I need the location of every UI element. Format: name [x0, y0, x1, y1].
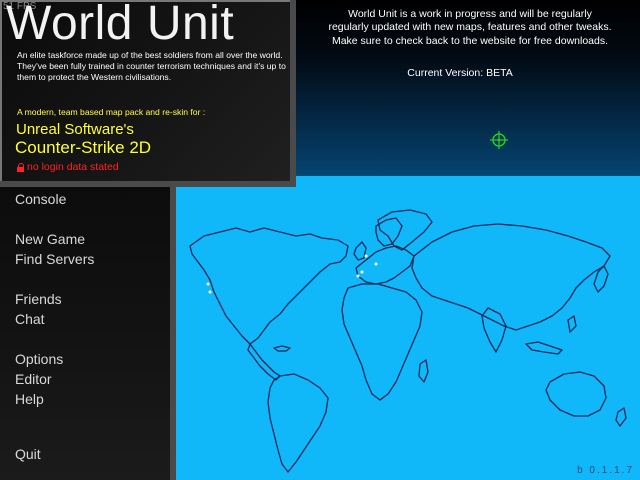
menu-friends[interactable]: Friends: [15, 291, 62, 307]
main-menu: Console New Game Find Servers Friends Ch…: [0, 187, 176, 480]
menu-options[interactable]: Options: [15, 351, 63, 367]
map-japan: [593, 265, 609, 293]
menu-find-servers[interactable]: Find Servers: [15, 251, 94, 267]
announcement-line: Make sure to check back to the website f…: [331, 34, 609, 47]
version-label: Current Version: BETA: [407, 67, 513, 79]
server-marker[interactable]: [356, 274, 360, 278]
menu-help[interactable]: Help: [15, 391, 44, 407]
map-scandinavia: [375, 217, 403, 247]
server-marker[interactable]: [364, 254, 368, 258]
menu-editor[interactable]: Editor: [15, 371, 52, 387]
login-status-text: no login data stated: [27, 161, 119, 173]
announcement: World Unit is a work in progress and wil…: [300, 8, 640, 48]
map-africa: [341, 283, 423, 401]
server-marker[interactable]: [206, 282, 210, 286]
map-caribbean: [273, 345, 291, 352]
mod-tagline: A modern, team based map pack and re-ski…: [17, 107, 206, 117]
map-british-isles: [353, 241, 367, 261]
menu-quit[interactable]: Quit: [15, 446, 41, 462]
info-panel: 51 FPS World Unit An elite taskforce mad…: [0, 0, 296, 187]
base-game-name: Counter-Strike 2D: [15, 138, 152, 157]
map-australia: [545, 371, 607, 417]
lock-icon: [17, 162, 25, 172]
map-new-zealand: [615, 407, 627, 427]
game-title: World Unit: [6, 0, 235, 50]
map-south-america: [267, 373, 329, 473]
menu-new-game[interactable]: New Game: [15, 231, 85, 247]
server-marker[interactable]: [374, 262, 378, 266]
world-map[interactable]: [170, 176, 640, 480]
crosshair-cursor-icon: [490, 131, 508, 149]
server-marker[interactable]: [360, 270, 364, 274]
map-india: [481, 307, 507, 353]
map-indonesia: [525, 341, 563, 355]
publisher-name: Unreal Software's: [16, 121, 134, 138]
announcement-line: World Unit is a work in progress and wil…: [348, 8, 592, 20]
map-north-america: [189, 227, 349, 345]
menu-chat[interactable]: Chat: [15, 311, 45, 327]
login-status: no login data stated: [17, 161, 119, 173]
world-map-panel[interactable]: [170, 176, 640, 480]
menu-console[interactable]: Console: [15, 191, 66, 207]
mod-description: An elite taskforce made up of the best s…: [17, 50, 286, 83]
map-asia: [411, 223, 611, 331]
announcement-line: regularly updated with new maps, feature…: [328, 21, 612, 34]
map-madagascar: [418, 359, 429, 383]
server-marker[interactable]: [208, 290, 212, 294]
map-greenland: [377, 209, 433, 251]
build-version: b 0.1.1.7: [577, 465, 634, 476]
map-philippines: [567, 315, 577, 333]
